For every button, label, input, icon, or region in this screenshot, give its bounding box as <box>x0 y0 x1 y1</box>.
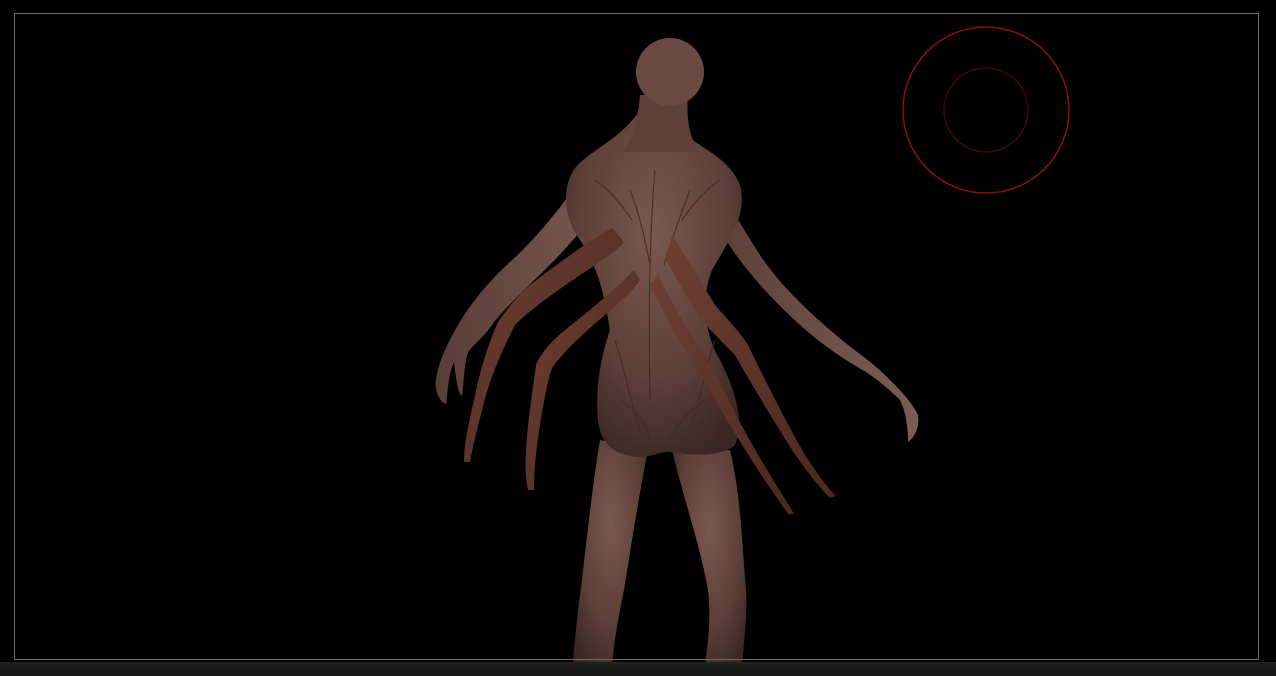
bottom-shelf <box>0 662 1276 676</box>
viewport-canvas[interactable] <box>0 0 1276 676</box>
right-leg <box>672 450 747 676</box>
3d-viewport[interactable] <box>0 0 1276 676</box>
brush-cursor-icon <box>902 26 1070 194</box>
sculpt-app <box>0 0 1276 676</box>
head <box>636 38 704 106</box>
left-leg <box>573 440 648 676</box>
creature-model[interactable] <box>435 38 919 676</box>
